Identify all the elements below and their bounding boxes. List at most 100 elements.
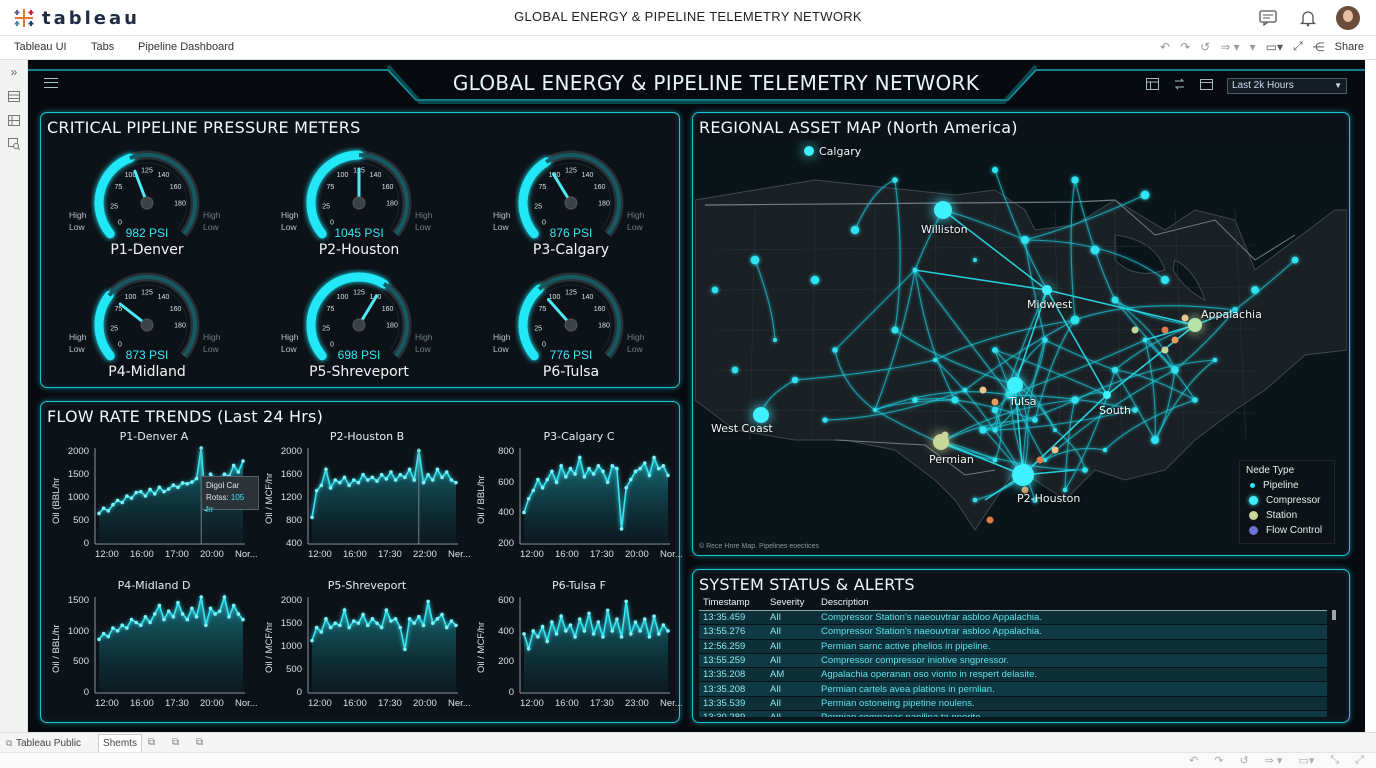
data-point[interactable] [540, 485, 545, 490]
new-sheet-icon[interactable]: ⧉ [148, 737, 155, 748]
pipeline-node[interactable] [1102, 447, 1108, 453]
pipeline-node[interactable] [891, 326, 899, 334]
data-table-icon[interactable] [1146, 77, 1159, 95]
flow-chart[interactable]: P2-Houston B Oil / MCF/hr 2000 1600 1200 800 4… [262, 428, 472, 578]
data-point[interactable] [587, 611, 591, 616]
col-description[interactable]: Description [817, 597, 1327, 610]
search-sheet-icon[interactable] [0, 132, 28, 156]
data-point[interactable] [550, 469, 554, 474]
data-point[interactable] [157, 603, 162, 608]
data-point[interactable] [143, 494, 148, 498]
alert-row[interactable]: 13:30.289AlIPermian comnanas nanilina ta… [699, 711, 1327, 717]
pipeline-node[interactable] [1052, 427, 1058, 433]
pipeline-node[interactable] [1132, 407, 1138, 413]
flow-chart[interactable]: P5-Shreveport Oil / MCF/hr 2000 1500 1000 500… [262, 577, 472, 727]
station-node[interactable] [1161, 326, 1169, 334]
share-icon[interactable]: ⋲ [1313, 40, 1325, 54]
col-timestamp[interactable]: Timestamp [699, 597, 766, 610]
data-point[interactable] [152, 492, 157, 496]
station-node[interactable] [1171, 336, 1179, 344]
data-point[interactable] [440, 612, 444, 617]
data-point[interactable] [101, 506, 106, 511]
data-point[interactable] [328, 625, 333, 630]
data-point[interactable] [217, 609, 222, 613]
data-point[interactable] [647, 473, 652, 478]
data-point[interactable] [148, 487, 152, 492]
redo-icon[interactable]: ↷ [1214, 754, 1223, 767]
data-point[interactable] [190, 606, 194, 611]
data-point[interactable] [661, 623, 666, 627]
data-point[interactable] [365, 478, 370, 482]
data-point[interactable] [171, 614, 176, 619]
new-dashboard-icon[interactable]: ⧉ [172, 737, 179, 748]
expand-icon[interactable]: » [0, 60, 28, 84]
hamburger-menu-icon[interactable] [44, 78, 58, 88]
data-point[interactable] [352, 619, 356, 623]
pipeline-node[interactable] [750, 255, 760, 265]
data-point[interactable] [361, 612, 365, 617]
data-point[interactable] [352, 478, 356, 482]
alert-row[interactable]: 13:35.539 AlI Permian ostoneing pipetine n… [699, 696, 1327, 712]
compressor-hub-node[interactable] [804, 146, 814, 156]
menu-item-tableau-ui[interactable]: Tableau UI [14, 41, 67, 53]
data-point[interactable] [624, 485, 628, 490]
data-point[interactable] [398, 625, 403, 630]
pipeline-node[interactable] [1142, 337, 1148, 343]
data-point[interactable] [407, 617, 412, 621]
data-point[interactable] [231, 463, 236, 468]
data-point[interactable] [236, 470, 241, 474]
data-point[interactable] [115, 498, 120, 503]
data-point[interactable] [559, 614, 563, 618]
data-point[interactable] [582, 475, 587, 479]
data-point[interactable] [106, 634, 111, 639]
data-point[interactable] [596, 464, 601, 468]
data-point[interactable] [454, 480, 458, 485]
fullscreen-icon[interactable]: ⤢ [1355, 754, 1364, 767]
pipeline-node[interactable] [872, 407, 878, 413]
data-point[interactable] [407, 467, 412, 472]
data-point[interactable] [231, 603, 236, 608]
data-point[interactable] [162, 617, 166, 622]
data-point[interactable] [166, 487, 171, 491]
data-point[interactable] [139, 623, 143, 628]
data-point[interactable] [365, 623, 370, 628]
alert-row[interactable]: 13:55.276 AlI Compressor Station's naeouvt… [699, 625, 1327, 640]
fullscreen-icon[interactable]: ⤢ [1293, 39, 1303, 54]
data-point[interactable] [129, 496, 134, 500]
data-point[interactable] [375, 479, 379, 483]
pipeline-node[interactable] [1140, 190, 1150, 200]
col-severity[interactable]: Severity [766, 597, 817, 610]
forward-icon[interactable]: ⇒ ▾ [1265, 754, 1283, 767]
alert-row[interactable]: 13:35.459 AlI Compressor Station's naeouvt… [699, 611, 1327, 626]
notifications-bell-icon[interactable] [1296, 6, 1320, 30]
pipeline-node[interactable] [972, 497, 978, 503]
data-point[interactable] [550, 620, 554, 624]
pipeline-node[interactable] [991, 166, 999, 174]
data-point[interactable] [403, 475, 407, 480]
alert-row[interactable]: 12:56.259 AlI Permian sarnc active phelios… [699, 639, 1327, 654]
data-point[interactable] [522, 632, 526, 636]
data-point[interactable] [236, 612, 241, 616]
menu-item-tabs[interactable]: Tabs [91, 41, 114, 53]
data-point[interactable] [180, 481, 185, 485]
data-point[interactable] [319, 483, 324, 488]
data-point[interactable] [596, 620, 601, 624]
compressor-hub-node[interactable] [934, 201, 952, 219]
data-point[interactable] [134, 620, 138, 625]
compressor-hub-node[interactable] [1103, 391, 1111, 399]
data-point[interactable] [573, 472, 577, 476]
data-point[interactable] [577, 455, 582, 460]
data-point[interactable] [314, 488, 319, 493]
data-point[interactable] [176, 485, 180, 490]
calendar-icon[interactable] [1200, 77, 1213, 95]
new-story-icon[interactable]: ⧉ [196, 737, 203, 748]
data-point[interactable] [403, 647, 407, 652]
data-point[interactable] [545, 639, 550, 644]
data-point[interactable] [430, 478, 435, 482]
data-point[interactable] [347, 625, 351, 630]
pipeline-node[interactable] [912, 267, 918, 273]
pipeline-node[interactable] [992, 457, 998, 463]
data-point[interactable] [615, 617, 619, 621]
data-point[interactable] [356, 480, 361, 485]
data-point[interactable] [591, 472, 596, 476]
